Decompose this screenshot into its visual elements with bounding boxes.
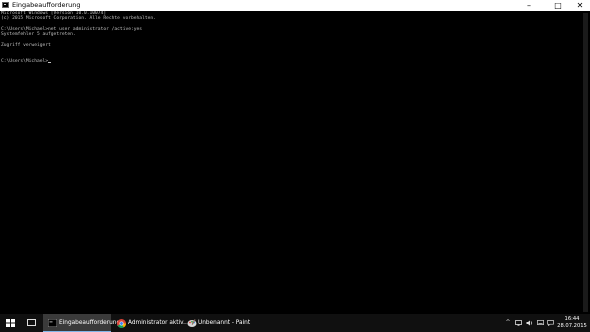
cmd-icon [48,319,57,327]
paint-icon [187,319,197,327]
taskbar-app-label: Eingabeaufforderung [59,320,121,326]
maximize-button[interactable]: □ [547,0,569,11]
chrome-icon [117,318,126,328]
console-scrollbar[interactable] [581,11,590,314]
close-button[interactable]: ✕ [569,0,590,11]
start-button[interactable] [0,314,22,332]
window-title: Eingabeaufforderung [12,1,81,9]
taskbar-app-label: Unbenannt - Paint [198,320,251,326]
taskbar-app-paint[interactable]: Unbenannt - Paint [182,314,250,332]
clock-date: 28.07.2015 [557,322,587,329]
cmd-icon [2,2,9,8]
taskbar: Eingabeaufforderung Administrator aktiv.… [0,314,590,332]
keyboard-icon[interactable] [535,314,545,332]
volume-icon[interactable] [524,314,535,332]
windows-logo-icon [6,319,15,327]
console-output[interactable]: Microsoft Windows [Version 10.0.10074] (… [0,11,581,314]
console-prompt: C:\Users\Michael> [1,58,49,64]
scrollbar-thumb[interactable] [583,13,588,312]
taskbar-app-chrome[interactable]: Administrator aktiv... [112,314,189,332]
text-cursor [48,62,52,64]
network-icon[interactable] [513,314,524,332]
minimize-button[interactable]: – [518,0,540,11]
notification-icon[interactable] [545,314,555,332]
system-clock[interactable]: 16:44 28.07.2015 [555,316,589,329]
tray-chevron-button[interactable]: ^ [503,314,513,332]
console-prompt-line[interactable]: C:\Users\Michael> [0,59,581,64]
task-view-icon [27,319,36,326]
taskbar-app-label: Administrator aktiv... [128,320,189,326]
taskbar-app-cmd[interactable]: Eingabeaufforderung [43,314,120,332]
task-view-button[interactable] [22,314,42,332]
window-titlebar[interactable]: Eingabeaufforderung – □ ✕ [0,0,590,11]
